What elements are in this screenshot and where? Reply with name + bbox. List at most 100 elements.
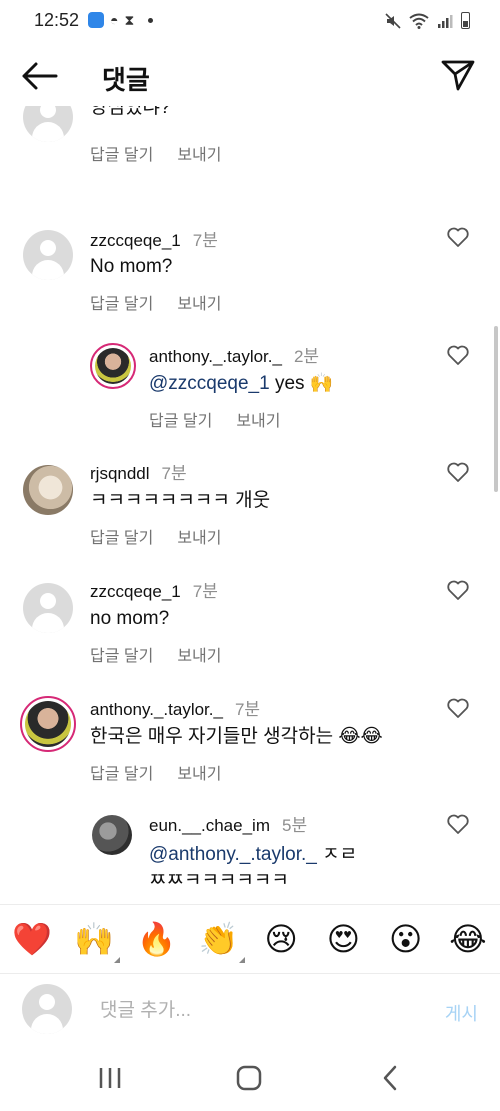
comments-list[interactable]: 양심있냐? 답글 달기 보내기 zzccqeqe_1 7분 No mom? 답글 … xyxy=(0,106,500,904)
comment-text: No mom? xyxy=(90,256,173,277)
avatar[interactable] xyxy=(23,106,73,142)
home-icon[interactable] xyxy=(234,1064,264,1092)
comment-username[interactable]: anthony._.taylor._ 7분 xyxy=(90,695,260,720)
comment-text-line2: ㅉㅉㅋㅋㅋㅋㅋㅋ xyxy=(149,870,289,891)
reply-button[interactable]: 답글 달기 xyxy=(90,141,153,165)
mention-link[interactable]: @anthony._.taylor._ xyxy=(149,844,317,865)
time-ago: 7분 xyxy=(192,231,218,250)
username[interactable]: rjsqnddl xyxy=(90,464,150,483)
avatar[interactable] xyxy=(90,343,136,389)
comment-item: anthony._.taylor._ 7분 한국은 매우 자기들만 생각하는 😂😂… xyxy=(0,695,500,795)
heart-outline-icon[interactable] xyxy=(446,579,470,601)
heart-outline-icon[interactable] xyxy=(446,461,470,483)
comment-input[interactable] xyxy=(100,996,420,1026)
post-button[interactable]: 게시 xyxy=(445,1000,478,1026)
emoji-heart-button[interactable]: ❤️ xyxy=(12,919,52,959)
wifi-icon xyxy=(409,13,429,29)
comment-text: @anthony._.taylor._ ㅈㄹ xyxy=(149,841,357,868)
comments-header: 댓글 xyxy=(0,44,500,106)
send-button[interactable]: 보내기 xyxy=(177,642,221,666)
page-title: 댓글 xyxy=(102,65,150,95)
username[interactable]: anthony._.taylor._ xyxy=(149,347,282,366)
comment-actions: 답글 달기 보내기 xyxy=(90,642,222,666)
time-ago: 5분 xyxy=(281,816,308,835)
emoji-surprised-button[interactable]: 😮 xyxy=(386,919,426,959)
mute-icon xyxy=(385,12,401,29)
app-notification-icon xyxy=(88,12,104,28)
status-bar: 12:52 ◓ ⧗ xyxy=(0,0,500,44)
comment-text: @zzccqeqe_1 yes 🙌 xyxy=(149,370,334,397)
avatar[interactable] xyxy=(20,696,76,752)
recent-apps-icon[interactable] xyxy=(95,1064,125,1092)
avatar[interactable] xyxy=(23,583,73,633)
comment-username[interactable]: eun.__.chae_im 5분 xyxy=(149,811,307,836)
send-button[interactable]: 보내기 xyxy=(177,290,221,314)
comment-text: no mom? xyxy=(90,608,170,629)
comment-item: zzccqeqe_1 7분 No mom? 답글 달기 보내기 xyxy=(0,226,500,326)
send-button[interactable]: 보내기 xyxy=(177,760,221,784)
my-avatar xyxy=(22,984,72,1034)
back-arrow-icon[interactable] xyxy=(20,60,60,92)
heart-outline-icon[interactable] xyxy=(446,813,470,835)
notification-icons: ◓ ⧗ xyxy=(88,12,154,28)
mention-link[interactable]: @zzccqeqe_1 xyxy=(149,373,270,394)
system-nav-bar xyxy=(0,1046,500,1111)
reply-item: anthony._.taylor._ 2분 @zzccqeqe_1 yes 🙌 답… xyxy=(0,342,500,442)
comment-text: 한국은 매우 자기들만 생각하는 😂😂 xyxy=(90,726,383,747)
comment-username[interactable]: anthony._.taylor._ 2분 xyxy=(149,342,319,367)
battery-icon xyxy=(461,12,470,29)
heart-outline-icon[interactable] xyxy=(446,344,470,366)
comment-text: 양심있냐? xyxy=(90,106,171,118)
avatar[interactable] xyxy=(23,465,73,515)
hourglass-icon: ⧗ xyxy=(124,12,135,28)
comment-body: ㅈㄹ xyxy=(316,844,358,865)
send-button[interactable]: 보내기 xyxy=(236,407,280,431)
system-icons xyxy=(385,12,470,29)
comment-actions: 답글 달기 보내기 xyxy=(90,760,222,784)
comment-actions: 답글 달기 보내기 xyxy=(149,407,281,431)
reply-button[interactable]: 답글 달기 xyxy=(90,524,153,548)
username[interactable]: eun.__.chae_im xyxy=(149,816,270,835)
reply-button[interactable]: 답글 달기 xyxy=(90,760,153,784)
username[interactable]: zzccqeqe_1 xyxy=(90,231,181,250)
more-notifications-dot-icon xyxy=(148,17,154,23)
back-icon[interactable] xyxy=(375,1064,405,1092)
comment-actions: 답글 달기 보내기 xyxy=(90,141,222,165)
comment-text: ㅋㅋㅋㅋㅋㅋㅋㅋ 개웃 xyxy=(90,490,271,511)
emoji-raised-hands-button[interactable]: 🙌 xyxy=(74,919,121,963)
comment-input-bar: 게시 xyxy=(0,974,500,1046)
scrollbar[interactable] xyxy=(494,326,498,492)
comment-username[interactable]: zzccqeqe_1 7분 xyxy=(90,226,218,251)
emoji-tears-of-joy-button[interactable]: 😂 xyxy=(448,919,488,959)
emoji-fire-button[interactable]: 🔥 xyxy=(137,919,177,959)
reply-button[interactable]: 답글 달기 xyxy=(149,407,212,431)
emoji-heart-eyes-button[interactable]: 😍 xyxy=(323,919,363,959)
reply-button[interactable]: 답글 달기 xyxy=(90,642,153,666)
avatar[interactable] xyxy=(23,230,73,280)
avatar[interactable] xyxy=(92,815,132,855)
reply-item: eun.__.chae_im 5분 @anthony._.taylor._ ㅈㄹ … xyxy=(0,811,500,904)
time-ago: 2분 xyxy=(293,347,320,366)
status-time: 12:52 xyxy=(34,10,80,30)
comment-username[interactable]: zzccqeqe_1 7분 xyxy=(90,577,218,602)
username[interactable]: anthony._.taylor._ xyxy=(90,700,223,719)
time-ago: 7분 xyxy=(234,700,261,719)
comment-username[interactable]: rjsqnddl 7분 xyxy=(90,459,187,484)
send-button[interactable]: 보내기 xyxy=(177,141,221,165)
comment-body: yes 🙌 xyxy=(269,373,334,394)
username[interactable]: zzccqeqe_1 xyxy=(90,582,181,601)
comment-item: zzccqeqe_1 7분 no mom? 답글 달기 보내기 xyxy=(0,577,500,677)
comment-item: 양심있냐? 답글 달기 보내기 xyxy=(0,106,500,188)
time-ago: 7분 xyxy=(161,464,187,483)
paper-plane-icon[interactable] xyxy=(440,58,476,92)
emoji-clap-button[interactable]: 👏 xyxy=(199,919,245,963)
heart-outline-icon[interactable] xyxy=(446,697,470,719)
send-button[interactable]: 보내기 xyxy=(177,524,221,548)
emoji-crying-button[interactable]: 😢 xyxy=(261,919,301,959)
incognito-icon: ◓ xyxy=(110,12,119,28)
comment-item: rjsqnddl 7분 ㅋㅋㅋㅋㅋㅋㅋㅋ 개웃 답글 달기 보내기 xyxy=(0,459,500,559)
time-ago: 7분 xyxy=(192,582,218,601)
heart-outline-icon[interactable] xyxy=(446,226,470,248)
comment-actions: 답글 달기 보내기 xyxy=(90,290,222,314)
reply-button[interactable]: 답글 달기 xyxy=(90,290,153,314)
